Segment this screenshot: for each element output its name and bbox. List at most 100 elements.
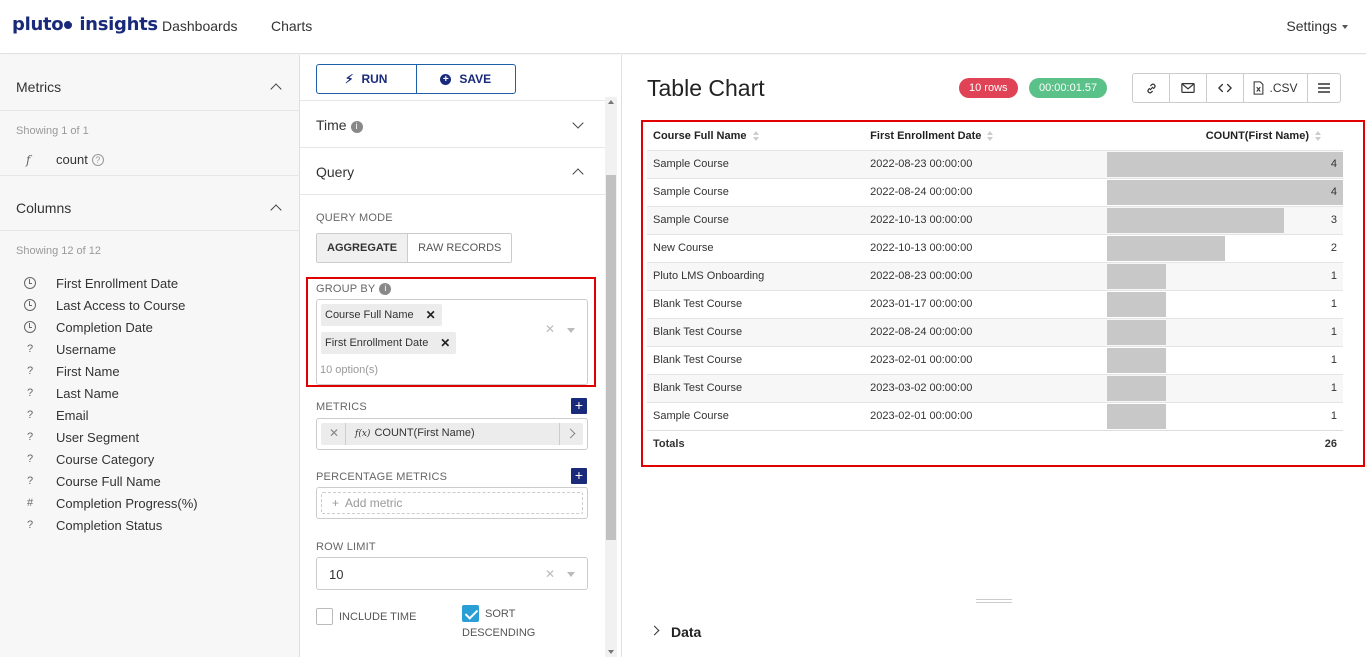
info-icon[interactable]: i xyxy=(350,121,363,133)
column-item[interactable]: ? First Name xyxy=(0,361,300,383)
table-cell-value: 1 xyxy=(1106,401,1343,430)
column-name: Last Name xyxy=(56,386,119,401)
chevron-up-icon[interactable] xyxy=(572,168,584,180)
resize-handle[interactable] xyxy=(976,599,1012,603)
cell-number: 1 xyxy=(1330,382,1337,394)
query-section-header[interactable]: Query xyxy=(300,147,606,194)
save-button[interactable]: + SAVE xyxy=(415,65,516,93)
column-item[interactable]: Last Access to Course xyxy=(0,295,300,317)
table-cell-value: 3 xyxy=(1106,205,1343,234)
plus-icon: + xyxy=(332,496,340,510)
mode-aggregate-button[interactable]: AGGREGATE xyxy=(317,234,409,262)
column-item[interactable]: ? Last Name xyxy=(0,383,300,405)
column-item[interactable]: First Enrollment Date xyxy=(0,273,300,295)
metrics-title: Metrics xyxy=(16,79,62,95)
scroll-down-icon[interactable] xyxy=(608,650,614,654)
brand-logo[interactable]: pluto insights xyxy=(12,14,158,35)
chevron-right-icon[interactable] xyxy=(559,423,583,445)
add-percentage-metric-field[interactable]: + Add metric xyxy=(316,487,588,519)
table-cell-value: 1 xyxy=(1106,261,1343,290)
caret-down-icon xyxy=(1342,25,1348,30)
include-time-checkbox[interactable] xyxy=(316,608,333,625)
scroll-up-icon[interactable] xyxy=(608,100,614,104)
cell-number: 1 xyxy=(1330,298,1337,310)
settings-label: Settings xyxy=(1286,18,1337,34)
metrics-section-header[interactable]: Metrics xyxy=(0,55,300,111)
function-icon: f xyxy=(26,153,31,167)
chart-title[interactable]: Table Chart xyxy=(647,75,765,102)
clock-icon xyxy=(24,277,36,289)
table-cell: 2022-08-23 00:00:00 xyxy=(864,149,1107,178)
file-excel-icon xyxy=(1254,81,1264,95)
columns-showing-count: Showing 12 of 12 xyxy=(16,245,102,257)
string-type-icon: ? xyxy=(26,519,34,531)
table-row: Blank Test Course 2023-03-02 00:00:00 1 xyxy=(647,373,1343,402)
row-limit-select[interactable]: 10 ✕ xyxy=(316,557,588,590)
column-item[interactable]: Completion Date xyxy=(0,317,300,339)
remove-tag-icon[interactable]: ✕ xyxy=(440,332,450,354)
add-percentage-metric-button[interactable]: + xyxy=(571,468,587,484)
remove-metric-icon[interactable]: ✕ xyxy=(329,426,339,440)
column-header[interactable]: COUNT(First Name) xyxy=(1107,122,1343,150)
value-bar xyxy=(1106,235,1225,261)
column-header[interactable]: Course Full Name xyxy=(647,122,864,150)
settings-menu[interactable]: Settings xyxy=(1286,18,1348,34)
options-count-hint: 10 option(s) xyxy=(320,364,379,376)
table-cell: New Course xyxy=(647,233,865,262)
email-button[interactable] xyxy=(1170,74,1207,102)
clear-icon[interactable]: ✕ xyxy=(545,567,555,581)
sort-icon xyxy=(752,130,759,141)
table-chart-highlight: Course Full Name First Enrollment Date C… xyxy=(641,120,1365,467)
help-icon[interactable]: ? xyxy=(91,154,104,166)
clear-icon[interactable]: ✕ xyxy=(545,322,555,336)
table-row: Blank Test Course 2023-02-01 00:00:00 1 xyxy=(647,345,1343,374)
column-name: Completion Status xyxy=(56,518,163,533)
metric-item-count[interactable]: f count? xyxy=(0,152,300,172)
column-item[interactable]: # Completion Progress(%) xyxy=(0,493,300,515)
metric-value: COUNT(First Name) xyxy=(374,427,475,439)
scrollbar-thumb[interactable] xyxy=(606,175,616,540)
remove-tag-icon[interactable]: ✕ xyxy=(426,304,436,326)
group-by-label: GROUP BY i xyxy=(316,283,392,295)
cell-number: 1 xyxy=(1330,354,1337,366)
column-item[interactable]: ? Username xyxy=(0,339,300,361)
chevron-up-icon[interactable] xyxy=(270,204,282,216)
table-row: Blank Test Course 2022-08-24 00:00:00 1 xyxy=(647,317,1343,346)
nav-charts[interactable]: Charts xyxy=(271,18,312,34)
column-header[interactable]: First Enrollment Date xyxy=(864,122,1106,150)
control-panel-scrollbar[interactable] xyxy=(605,97,617,657)
column-item[interactable]: ? Completion Status xyxy=(0,515,300,537)
column-name: Course Category xyxy=(56,452,155,467)
column-item[interactable]: ? Course Full Name xyxy=(0,471,300,493)
column-item[interactable]: ? User Segment xyxy=(0,427,300,449)
export-csv-button[interactable]: .CSV xyxy=(1244,74,1308,102)
columns-section-header[interactable]: Columns xyxy=(0,175,300,231)
metric-select[interactable]: ✕ f(x) COUNT(First Name) xyxy=(316,418,588,450)
table-cell-value: 1 xyxy=(1106,317,1343,346)
table-row: Sample Course 2023-02-01 00:00:00 1 xyxy=(647,401,1343,430)
column-name: First Enrollment Date xyxy=(56,276,179,291)
column-item[interactable]: ? Email xyxy=(0,405,300,427)
include-time-label: INCLUDE TIME xyxy=(339,611,417,623)
more-options-button[interactable] xyxy=(1308,74,1340,102)
chevron-down-icon[interactable] xyxy=(572,117,584,129)
group-by-select[interactable]: Course Full Name ✕ First Enrollment Date ✕… xyxy=(316,299,588,385)
time-section-header[interactable]: Time i xyxy=(300,100,606,147)
nav-dashboards[interactable]: Dashboards xyxy=(162,18,238,34)
run-button[interactable]: ⚡︎ RUN xyxy=(317,65,416,93)
table-header-row: Course Full Name First Enrollment Date C… xyxy=(647,122,1343,150)
table-cell: 2023-01-17 00:00:00 xyxy=(864,289,1107,318)
column-item[interactable]: ? Course Category xyxy=(0,449,300,471)
copy-link-button[interactable] xyxy=(1133,74,1170,102)
info-icon[interactable]: i xyxy=(379,283,392,295)
sort-descending-checkbox[interactable] xyxy=(462,605,479,622)
embed-code-button[interactable] xyxy=(1207,74,1244,102)
mode-raw-records-button[interactable]: RAW RECORDS xyxy=(408,234,511,262)
value-bar xyxy=(1106,291,1166,317)
add-metric-button[interactable]: + xyxy=(571,398,587,414)
dropdown-arrow-icon[interactable] xyxy=(567,328,575,333)
datasource-panel: Metrics Showing 1 of 1 f count? Columns … xyxy=(0,55,300,657)
table-row: Sample Course 2022-08-23 00:00:00 4 xyxy=(647,149,1343,178)
dropdown-arrow-icon[interactable] xyxy=(567,572,575,577)
chevron-up-icon[interactable] xyxy=(270,83,282,95)
